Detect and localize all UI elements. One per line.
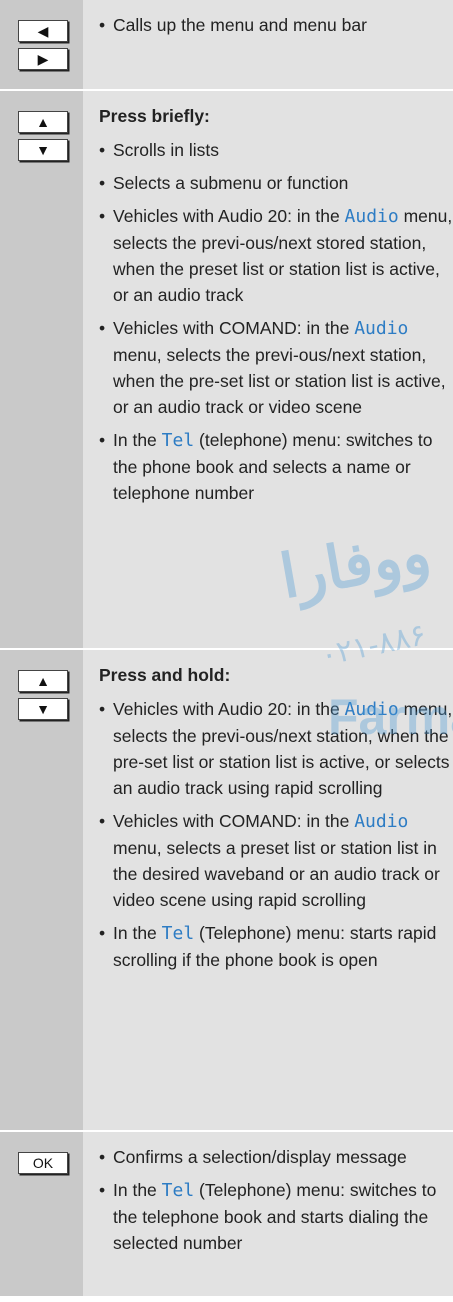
item-text: Vehicles with COMAND: in the [113, 318, 355, 338]
function-key-table: ◀▶Calls up the menu and menu bar▲▼Press … [0, 0, 453, 1298]
down-arrow-key-icon: ▼ [18, 139, 68, 161]
description-cell: Confirms a selection/display message In t… [83, 1132, 453, 1296]
table-row: ▲▼Press and hold:Vehicles with Audio 20:… [0, 650, 453, 1132]
key-column: ▲ ▼ [0, 650, 83, 1130]
list-item: Calls up the menu and menu bar [99, 12, 453, 38]
bullet-list: Calls up the menu and menu bar [99, 12, 453, 38]
menu-name-text: Audio [354, 318, 409, 339]
list-item: Confirms a selection/display message [99, 1144, 453, 1170]
menu-name-text: Audio [344, 206, 399, 227]
description-cell: Press briefly: Scrolls in lists Selects a … [83, 91, 453, 648]
left-arrow-key-icon: ◀ [18, 20, 68, 42]
bullet-list: Vehicles with Audio 20: in the Audio men… [99, 696, 453, 973]
bullet-list: Scrolls in lists Selects a submenu or fun… [99, 137, 453, 506]
item-text: Calls up the menu and menu bar [113, 15, 367, 35]
menu-name-text: Tel [161, 1180, 195, 1201]
right-arrow-key-icon: ▶ [18, 48, 68, 70]
list-item: Vehicles with Audio 20: in the Audio men… [99, 203, 453, 308]
key-column: ◀ ▶ [0, 0, 83, 89]
item-text: Vehicles with Audio 20: in the [113, 699, 345, 719]
item-text: In the [113, 923, 162, 943]
list-item: In the Tel (telephone) menu: switches to… [99, 427, 453, 506]
item-text: menu, selects the previ-ous/next station… [113, 345, 446, 417]
item-text: Confirms a selection/display message [113, 1147, 407, 1167]
row-heading: Press briefly: [99, 106, 210, 126]
table-row: ◀▶Calls up the menu and menu bar [0, 0, 453, 91]
up-arrow-key-icon: ▲ [18, 111, 68, 133]
menu-name-text: Tel [161, 923, 195, 944]
list-item: Vehicles with Audio 20: in the Audio men… [99, 696, 453, 801]
description-cell: Press and hold: Vehicles with Audio 20: i… [83, 650, 453, 1130]
list-item: Selects a submenu or function [99, 170, 453, 196]
bullet-list: Confirms a selection/display message In t… [99, 1144, 453, 1256]
item-text: In the [113, 430, 162, 450]
menu-name-text: Audio [354, 811, 409, 832]
list-item: Scrolls in lists [99, 137, 453, 163]
item-text: Selects a submenu or function [113, 173, 349, 193]
list-item: In the Tel (Telephone) menu: switches to… [99, 1177, 453, 1256]
menu-name-text: Tel [161, 430, 195, 451]
item-text: Scrolls in lists [113, 140, 219, 160]
list-item: Vehicles with COMAND: in the Audio menu,… [99, 315, 453, 420]
key-column: ▲ ▼ [0, 91, 83, 648]
item-text: In the [113, 1180, 162, 1200]
list-item: Vehicles with COMAND: in the Audio menu,… [99, 808, 453, 913]
key-column: OK [0, 1132, 83, 1296]
row-heading: Press and hold: [99, 665, 231, 685]
down-arrow-key-icon: ▼ [18, 698, 68, 720]
ok-key-icon: OK [18, 1152, 68, 1174]
menu-name-text: Audio [344, 699, 399, 720]
description-cell: Calls up the menu and menu bar [83, 0, 453, 89]
item-text: menu, selects a preset list or station l… [113, 838, 440, 910]
item-text: Vehicles with Audio 20: in the [113, 206, 345, 226]
table-row: OK Confirms a selection/display message In… [0, 1132, 453, 1298]
list-item: In the Tel (Telephone) menu: starts rapi… [99, 920, 453, 973]
up-arrow-key-icon: ▲ [18, 670, 68, 692]
table-row: ▲▼Press briefly:Scrolls in listsSelects … [0, 91, 453, 650]
item-text: Vehicles with COMAND: in the [113, 811, 355, 831]
